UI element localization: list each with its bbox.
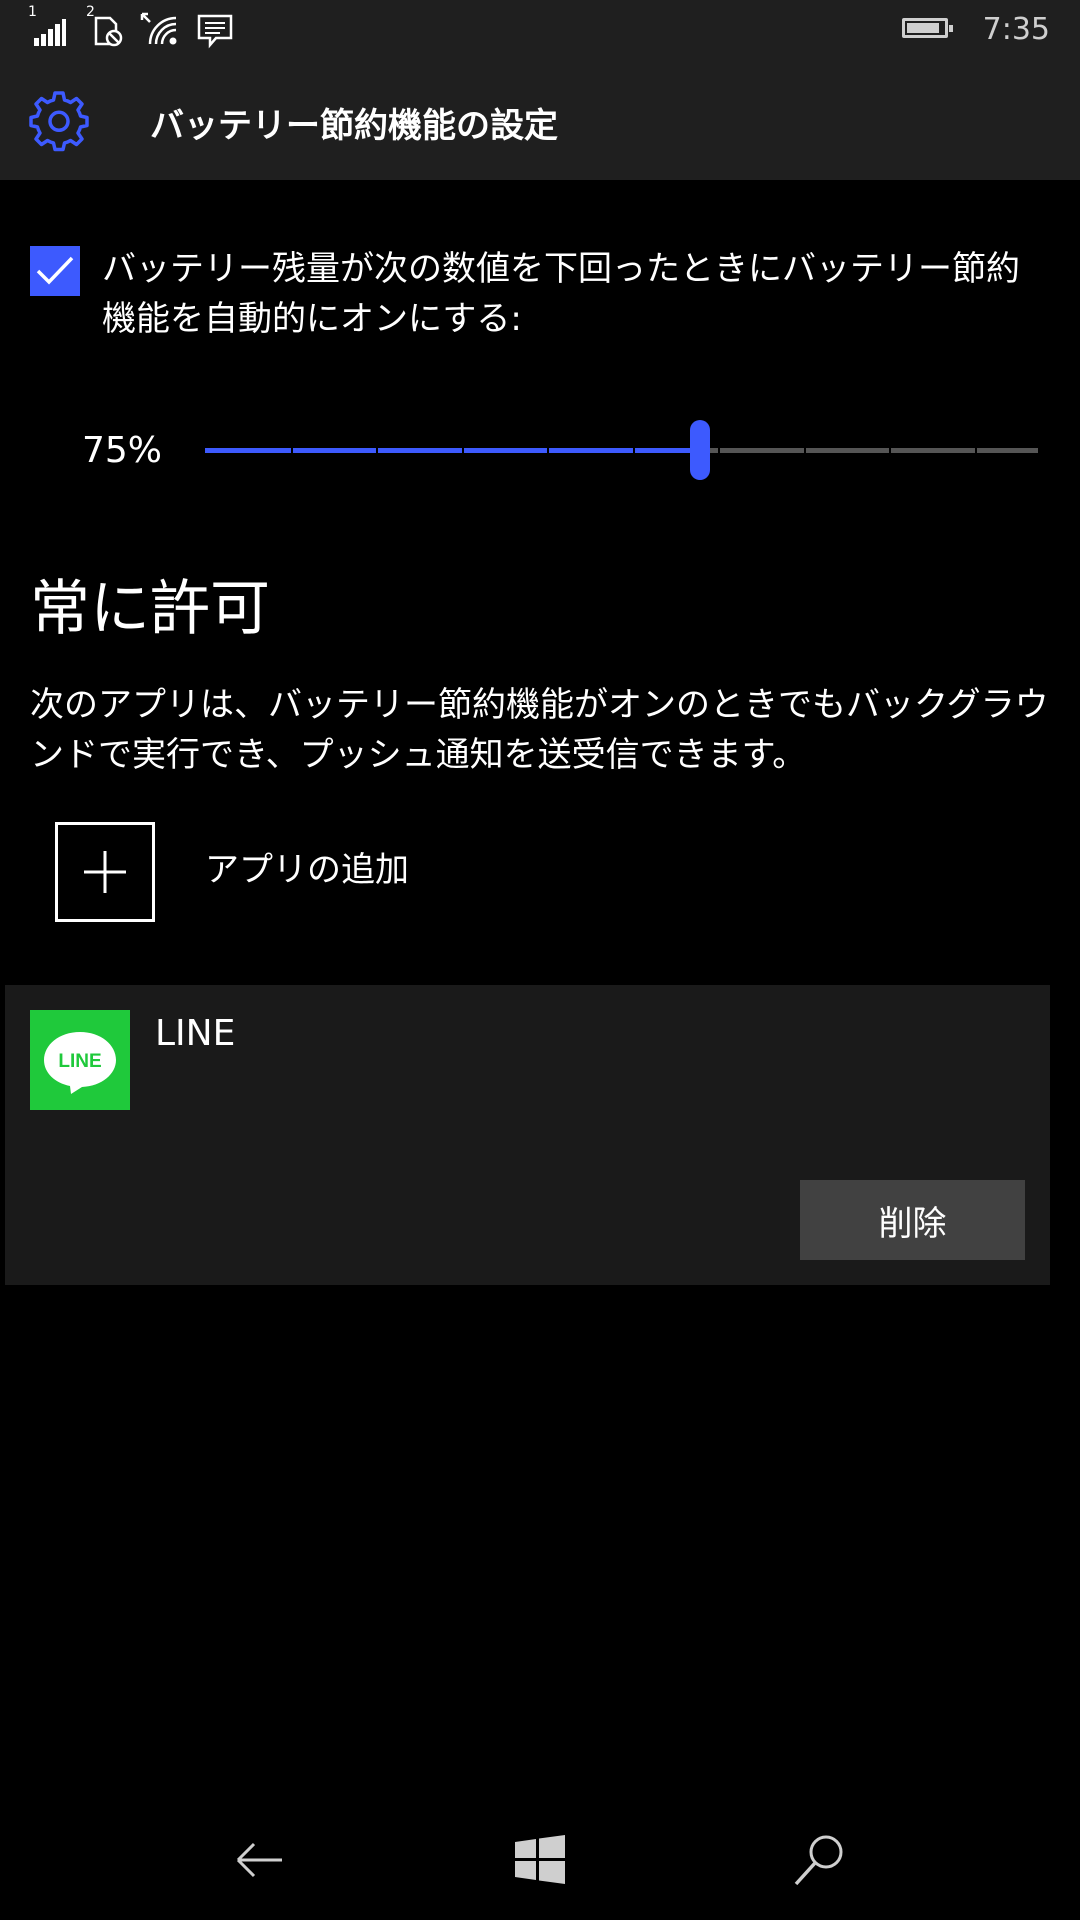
slider-tick bbox=[633, 448, 635, 453]
line-logo-icon: LINE bbox=[44, 1032, 116, 1094]
slider-tick bbox=[804, 448, 806, 453]
line-app-icon: LINE bbox=[30, 1010, 130, 1110]
battery-level bbox=[907, 23, 939, 33]
battery-icon bbox=[902, 18, 953, 38]
remove-button[interactable]: 削除 bbox=[800, 1180, 1025, 1260]
message-icon bbox=[197, 14, 233, 49]
section-description: 次のアプリは、バッテリー節約機能がオンのときでもバックグラウンドで実行でき、プッ… bbox=[30, 685, 1049, 775]
slider-tick bbox=[975, 448, 977, 453]
plus-icon bbox=[84, 851, 126, 893]
slider-tick bbox=[376, 448, 378, 453]
signal-icon bbox=[34, 19, 66, 46]
back-icon[interactable] bbox=[230, 1830, 290, 1890]
slider-tick bbox=[291, 448, 293, 453]
slider-thumb[interactable] bbox=[690, 420, 710, 480]
gear-icon bbox=[29, 91, 89, 152]
page-header: バッテリー節約機能の設定 bbox=[0, 60, 1080, 180]
auto-saver-label: バッテリー残量が次の数値を下回ったときにバッテリー節約機能を自動的にオンにする: bbox=[102, 249, 1020, 339]
add-app-box bbox=[55, 822, 155, 922]
slider-tick bbox=[718, 448, 720, 453]
navigation-bar bbox=[0, 1800, 1080, 1920]
slider-tick bbox=[462, 448, 464, 453]
sim-icon bbox=[94, 16, 123, 47]
add-app-label: アプリの追加 bbox=[205, 850, 409, 890]
slider-tick bbox=[547, 448, 549, 453]
slider-tick bbox=[889, 448, 891, 453]
slider-value: 75% bbox=[82, 430, 163, 471]
page-title: バッテリー節約機能の設定 bbox=[150, 106, 558, 146]
wifi-icon bbox=[140, 12, 177, 45]
checkmark-icon bbox=[36, 256, 74, 285]
slider-fill bbox=[205, 448, 700, 453]
line-logo-text: LINE bbox=[58, 1051, 101, 1072]
app-name: LINE bbox=[155, 1013, 236, 1054]
windows-start-icon[interactable] bbox=[510, 1830, 570, 1890]
search-icon[interactable] bbox=[790, 1830, 850, 1890]
section-heading: 常に許可 bbox=[30, 574, 270, 644]
add-app-button[interactable]: アプリの追加 bbox=[55, 822, 555, 922]
clock: 7:35 bbox=[982, 12, 1050, 47]
auto-saver-checkbox[interactable] bbox=[30, 246, 80, 296]
app-list-item[interactable]: LINE LINE 削除 bbox=[5, 985, 1050, 1285]
status-bar: 1 2 7:35 bbox=[0, 0, 1080, 60]
